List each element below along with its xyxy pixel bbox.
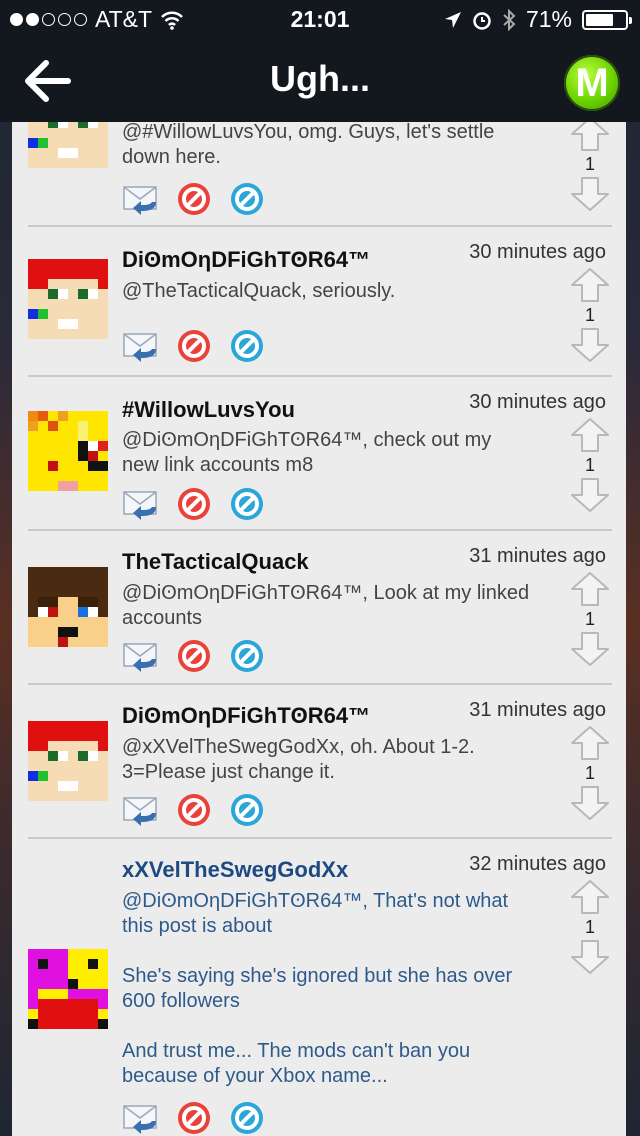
comment-actions (122, 791, 266, 829)
comment-time: 31 minutes ago (469, 545, 606, 567)
comment-time: 30 minutes ago (469, 241, 606, 263)
comment-item: @#WillowLuvsYou, omg. Guys, let's settle… (12, 122, 626, 225)
avatar[interactable] (28, 259, 108, 339)
comment-author[interactable]: TheTacticalQuack (122, 549, 309, 575)
report-icon[interactable] (175, 327, 213, 365)
block-icon[interactable] (228, 327, 266, 365)
downvote-arrow-icon[interactable] (570, 939, 610, 975)
upvote-arrow-icon[interactable] (570, 879, 610, 915)
vote-control: 1 (568, 417, 612, 513)
comment-time: 31 minutes ago (469, 699, 606, 721)
comment-author[interactable]: #WillowLuvsYou (122, 397, 295, 423)
comment-item: DiʘmOƞDFiGhTʘR64™ 31 minutes ago @xXVelT… (12, 685, 626, 837)
comment-actions (122, 327, 266, 365)
vote-count: 1 (584, 154, 595, 174)
vote-count: 1 (584, 917, 595, 937)
comment-text: @TheTacticalQuack, seriously. (122, 280, 396, 302)
reply-mail-icon[interactable] (122, 637, 160, 675)
reply-mail-icon[interactable] (122, 485, 160, 523)
battery-icon (582, 9, 632, 30)
avatar[interactable] (28, 411, 108, 491)
status-right: 71% (444, 6, 632, 33)
upvote-arrow-icon[interactable] (570, 267, 610, 303)
comment-list[interactable]: @#WillowLuvsYou, omg. Guys, let's settle… (12, 122, 626, 1136)
nav-bar: Ugh... M (0, 40, 640, 122)
page-title: Ugh... (270, 58, 370, 99)
report-icon[interactable] (175, 791, 213, 829)
block-icon[interactable] (228, 485, 266, 523)
avatar[interactable] (28, 122, 108, 168)
vote-count: 1 (584, 305, 595, 325)
downvote-arrow-icon[interactable] (570, 176, 610, 212)
report-icon[interactable] (175, 637, 213, 675)
vote-count: 1 (584, 455, 595, 475)
upvote-arrow-icon[interactable] (570, 725, 610, 761)
avatar[interactable] (28, 721, 108, 801)
m-badge-button[interactable]: M (564, 55, 620, 111)
vote-count: 1 (584, 763, 595, 783)
reply-mail-icon[interactable] (122, 1099, 160, 1136)
comment-item: #WillowLuvsYou 30 minutes ago @DiʘmOƞDFi… (12, 377, 626, 529)
block-icon[interactable] (228, 791, 266, 829)
vote-control: 1 (568, 571, 612, 667)
avatar[interactable] (28, 949, 108, 1029)
comment-actions (122, 637, 266, 675)
downvote-arrow-icon[interactable] (570, 631, 610, 667)
location-arrow-icon (444, 11, 461, 28)
comment-actions (122, 1099, 266, 1136)
comment-text: @#WillowLuvsYou, omg. Guys, let's settle… (122, 122, 495, 168)
report-icon[interactable] (175, 180, 213, 218)
comment-text: @DiʘmOƞDFiGhTʘR64™, That's not what this… (122, 890, 513, 1087)
block-icon[interactable] (228, 180, 266, 218)
vote-count: 1 (584, 609, 595, 629)
avatar[interactable] (28, 567, 108, 647)
comment-text: @DiʘmOƞDFiGhTʘR64™, Look at my linked ac… (122, 582, 530, 629)
vote-control: 1 (568, 267, 612, 363)
comment-author[interactable]: DiʘmOƞDFiGhTʘR64™ (122, 247, 370, 273)
block-icon[interactable] (228, 1099, 266, 1136)
reply-mail-icon[interactable] (122, 327, 160, 365)
upvote-arrow-icon[interactable] (570, 122, 610, 152)
downvote-arrow-icon[interactable] (570, 785, 610, 821)
battery-percent: 71% (525, 6, 572, 32)
comment-author[interactable]: DiʘmOƞDFiGhTʘR64™ (122, 703, 370, 729)
block-icon[interactable] (228, 637, 266, 675)
upvote-arrow-icon[interactable] (570, 571, 610, 607)
comment-item: xXVelTheSwegGodXx 32 minutes ago @DiʘmOƞ… (12, 839, 626, 1136)
comment-text: @xXVelTheSwegGodXx, oh. About 1-2. 3=Ple… (122, 736, 475, 783)
comment-time: 30 minutes ago (469, 391, 606, 413)
status-bar: AT&T 21:01 71% (0, 0, 640, 40)
downvote-arrow-icon[interactable] (570, 327, 610, 363)
comment-actions (122, 485, 266, 523)
comment-item: DiʘmOƞDFiGhTʘR64™ 30 minutes ago @TheTac… (12, 227, 626, 375)
downvote-arrow-icon[interactable] (570, 477, 610, 513)
report-icon[interactable] (175, 1099, 213, 1136)
comment-author[interactable]: xXVelTheSwegGodXx (122, 857, 348, 883)
comment-actions (122, 180, 266, 218)
comment-time: 32 minutes ago (469, 853, 606, 875)
alarm-icon (473, 11, 491, 30)
vote-control: 1 (568, 122, 612, 212)
comment-item: TheTacticalQuack 31 minutes ago @DiʘmOƞD… (12, 531, 626, 683)
reply-mail-icon[interactable] (122, 791, 160, 829)
report-icon[interactable] (175, 485, 213, 523)
reply-mail-icon[interactable] (122, 180, 160, 218)
comment-text: @DiʘmOƞDFiGhTʘR64™, check out my new lin… (122, 429, 492, 476)
upvote-arrow-icon[interactable] (570, 417, 610, 453)
bluetooth-icon (503, 8, 516, 31)
vote-control: 1 (568, 879, 612, 975)
vote-control: 1 (568, 725, 612, 821)
